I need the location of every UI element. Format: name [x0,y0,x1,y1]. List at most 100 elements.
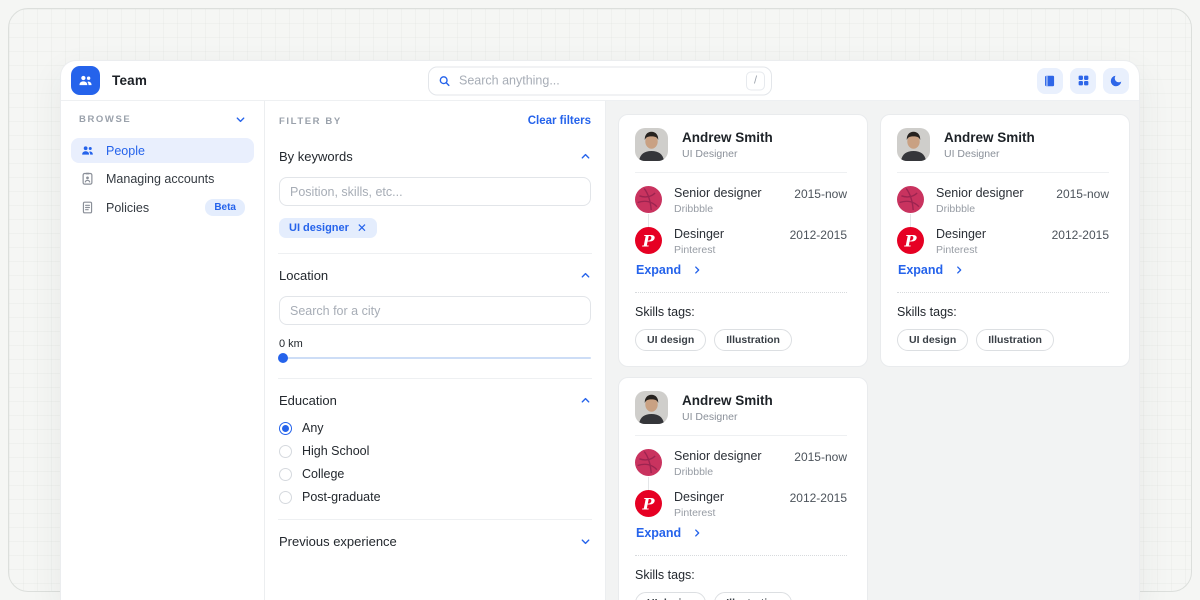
close-icon[interactable]: ✕ [357,222,367,234]
bookmarks-button[interactable] [1037,68,1063,94]
results-area: Andrew Smith UI Designer [606,101,1139,600]
search-icon [438,74,451,87]
skill-tag[interactable]: UI design [897,329,968,351]
previous-experience-section-header[interactable]: Previous experience [279,534,591,549]
radio-button[interactable] [279,422,292,435]
divider [278,253,592,254]
experience-company: Dribbble [674,203,762,215]
person-name: Andrew Smith [682,130,773,145]
experience-period: 2015-now [794,449,847,464]
svg-text:P: P [641,494,655,513]
radio-button[interactable] [279,491,292,504]
city-search-input[interactable] [279,296,591,325]
avatar [635,128,668,161]
chevron-up-icon [580,151,591,162]
header-actions [1037,68,1129,94]
app-body: BROWSE People [61,101,1139,600]
divider [635,555,847,556]
search-placeholder: Search anything... [459,74,560,88]
experience-title: Desinger [674,227,724,241]
sidebar-item-people[interactable]: People [71,138,254,163]
skills-tags-label: Skills tags: [897,305,1109,319]
skill-tag[interactable]: Illustration [976,329,1054,351]
experience-company: Pinterest [674,507,724,519]
sidebar-item-policies[interactable]: Policies Beta [71,194,254,221]
person-role: UI Designer [682,411,773,423]
search-input[interactable]: Search anything... / [428,66,772,95]
keywords-label: By keywords [279,149,353,164]
divider [897,172,1109,173]
person-name: Andrew Smith [944,130,1035,145]
chevron-down-icon [235,114,246,125]
experience-row: P Desinger Pinterest 2012-2015 [635,227,847,256]
clear-filters-link[interactable]: Clear filters [528,115,591,127]
pinterest-icon: P [897,227,924,254]
team-logo-icon [77,72,94,89]
skill-tag[interactable]: Illustration [714,592,792,600]
keywords-section-header[interactable]: By keywords [279,149,591,164]
education-section-header[interactable]: Education [279,393,591,408]
skills-tags-label: Skills tags: [635,568,847,582]
person-role: UI Designer [944,148,1035,160]
experience-row: P Desinger Pinterest 2012-2015 [897,227,1109,256]
divider [635,435,847,436]
skill-tag[interactable]: Illustration [714,329,792,351]
experience-company: Pinterest [936,244,986,256]
expand-link[interactable]: Expand [636,263,702,277]
radio-option-any[interactable]: Any [279,421,591,435]
sidebar-item-managing-accounts[interactable]: Managing accounts [71,166,254,191]
previous-experience-label: Previous experience [279,534,397,549]
radio-option-college[interactable]: College [279,467,591,481]
skills-tags-label: Skills tags: [635,305,847,319]
app-window: Team Search anything... / [60,60,1140,600]
app-logo [71,66,100,95]
distance-slider[interactable] [279,353,591,363]
svg-text:P: P [903,231,917,250]
pinterest-icon: P [635,490,662,517]
chevron-up-icon [580,270,591,281]
radio-option-post-graduate[interactable]: Post-graduate [279,490,591,504]
skill-tag[interactable]: UI design [635,592,706,600]
keyword-tag-label: UI designer [289,222,349,234]
dribbble-icon [635,449,662,476]
avatar [635,391,668,424]
profile-card[interactable]: Andrew Smith UI Designer [618,377,868,600]
radio-option-high-school[interactable]: High School [279,444,591,458]
experience-period: 2015-now [794,186,847,201]
beta-badge: Beta [205,199,245,216]
sidebar-item-label: Policies [106,201,149,215]
moon-icon [1109,74,1123,88]
dark-mode-button[interactable] [1103,68,1129,94]
browse-section-header[interactable]: BROWSE [71,114,254,125]
location-section-header[interactable]: Location [279,268,591,283]
experience-title: Desinger [674,490,724,504]
skill-tag[interactable]: UI design [635,329,706,351]
experience-row: Senior designer Dribbble 2015-now [897,186,1109,215]
expand-link[interactable]: Expand [636,526,702,540]
sidebar: BROWSE People [61,101,264,600]
dribbble-icon [897,186,924,213]
experience-company: Dribbble [674,466,762,478]
profile-card[interactable]: Andrew Smith UI Designer [880,114,1130,367]
keywords-input[interactable] [279,177,591,206]
apps-button[interactable] [1070,68,1096,94]
browse-label: BROWSE [79,114,131,125]
profile-card[interactable]: Andrew Smith UI Designer [618,114,868,367]
experience-row: P Desinger Pinterest 2012-2015 [635,490,847,519]
experience-row: Senior designer Dribbble 2015-now [635,449,847,478]
cards-grid: Andrew Smith UI Designer [618,114,1130,600]
expand-link[interactable]: Expand [898,263,964,277]
experience-period: 2012-2015 [790,227,847,242]
person-name: Andrew Smith [682,393,773,408]
radio-button[interactable] [279,445,292,458]
chevron-up-icon [580,395,591,406]
chevron-right-icon [954,265,964,275]
divider [635,292,847,293]
keyword-tag-chip[interactable]: UI designer ✕ [279,218,377,238]
divider [635,172,847,173]
location-label: Location [279,268,328,283]
radio-button[interactable] [279,468,292,481]
divider [897,292,1109,293]
slider-thumb[interactable] [278,353,288,363]
experience-company: Dribbble [936,203,1024,215]
